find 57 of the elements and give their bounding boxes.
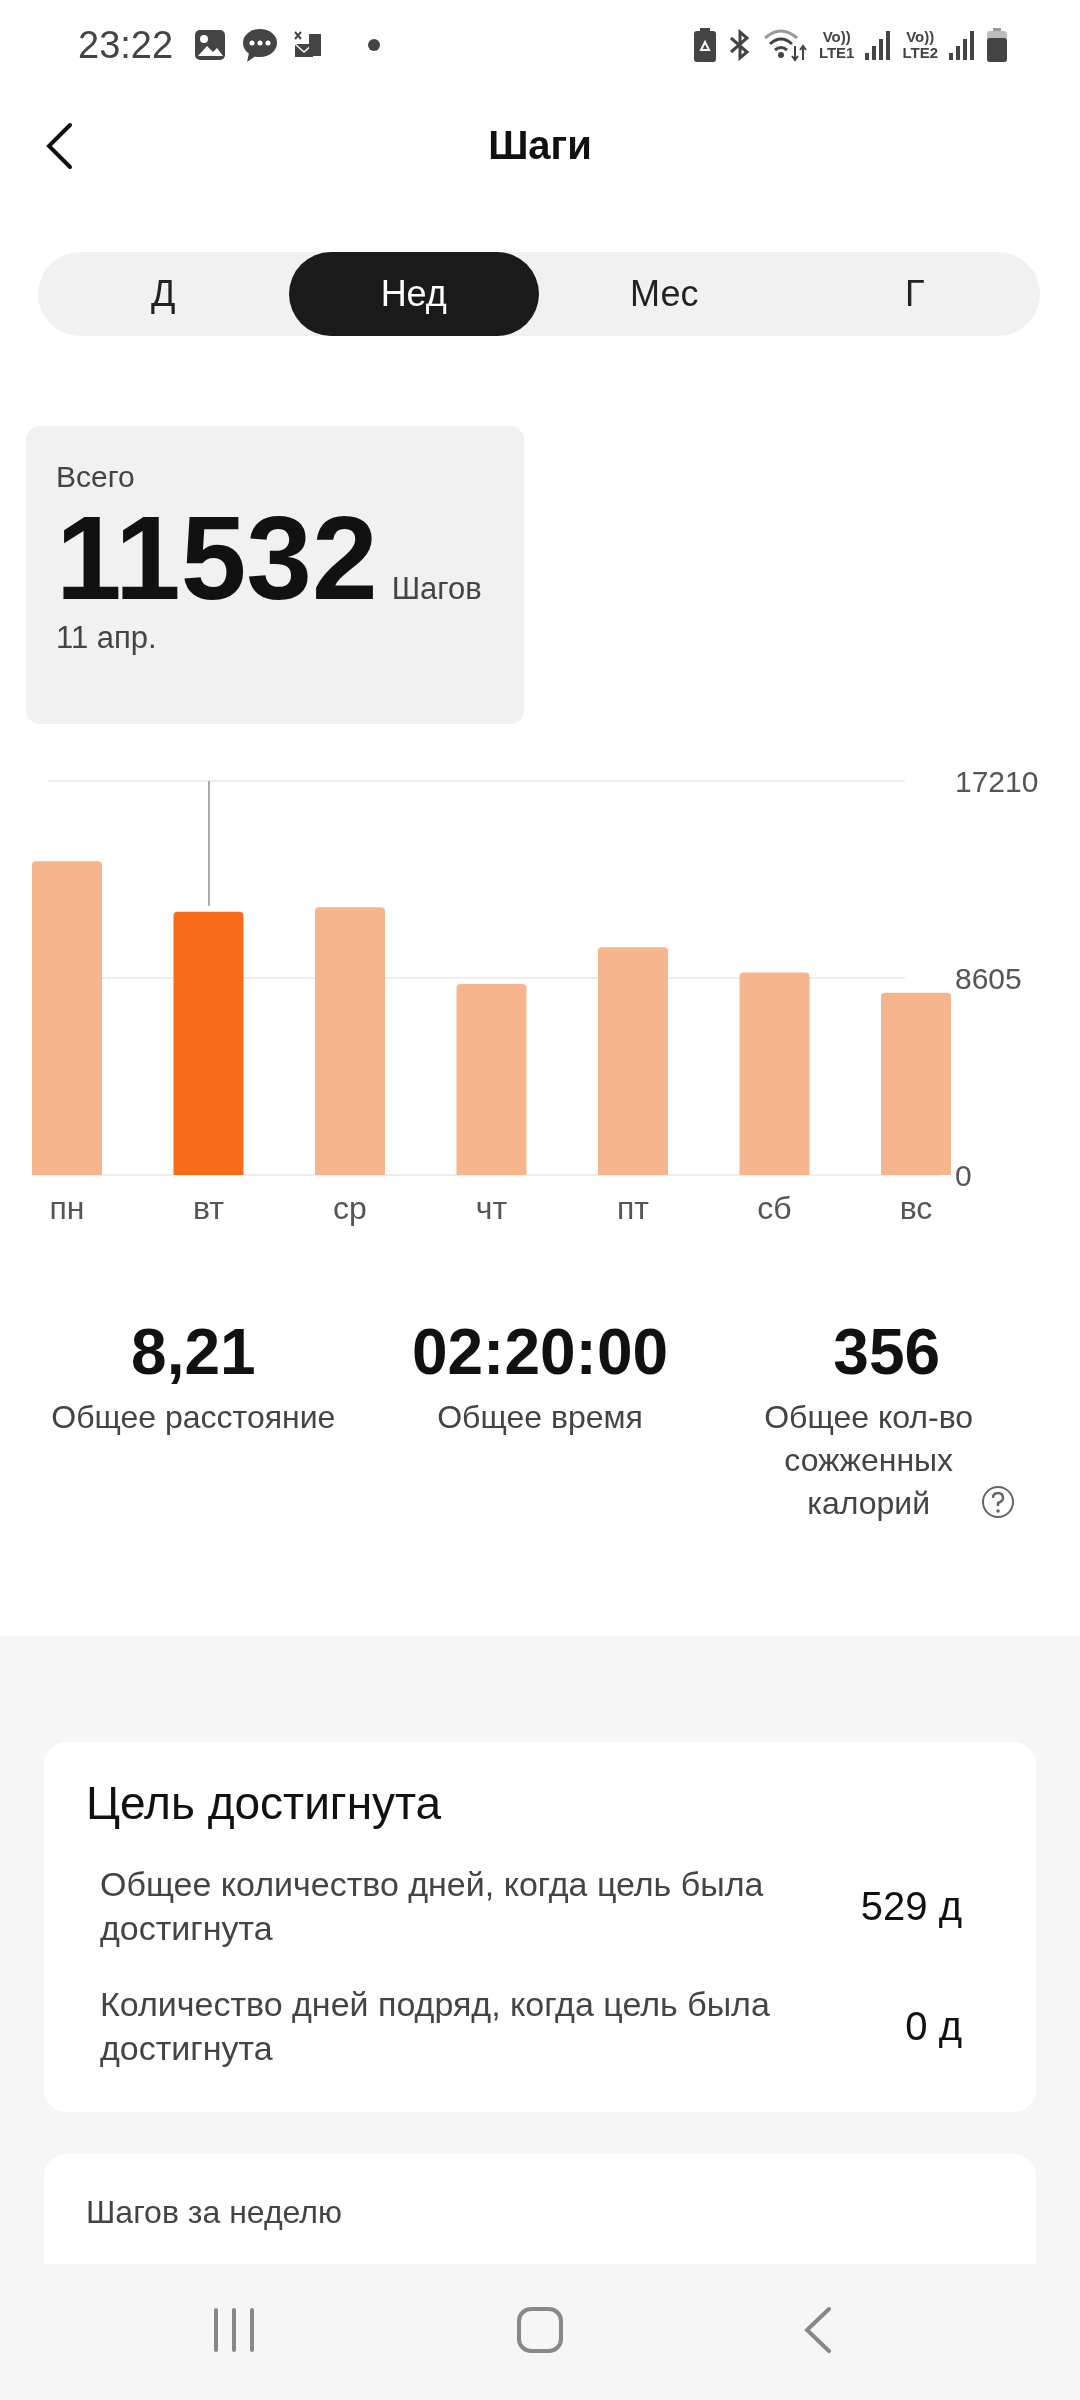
total-caption: Всего [56, 460, 136, 494]
unit-label: Шагов [391, 571, 482, 607]
stat-label: Общее время [437, 1398, 643, 1437]
day-label: пн [49, 1190, 85, 1226]
network-label: LTE2 [902, 45, 938, 61]
goal-label: Общее количество дней, когда цель была достигнута [100, 1864, 765, 1949]
network-label: LTE1 [818, 45, 855, 61]
day-label: чт [475, 1190, 508, 1226]
bar[interactable] [173, 911, 244, 1175]
date-label: 11 апр. [56, 620, 158, 656]
signal-icon [864, 29, 893, 61]
axis-tick-label: 8605 [955, 962, 1022, 995]
bar[interactable] [739, 972, 810, 1175]
period-tab[interactable]: Г [789, 252, 1040, 336]
clock: 23:22 [78, 23, 174, 67]
signal-icon [948, 29, 976, 61]
battery-saver-icon [692, 28, 717, 62]
period-tab[interactable]: Нед [288, 252, 539, 336]
volte-label: Vo)) [822, 29, 851, 45]
day-label: пт [617, 1190, 649, 1226]
bar[interactable] [598, 947, 668, 1175]
stat-value: 356 [833, 1315, 941, 1390]
stat-label: Общее расстояние [51, 1398, 336, 1437]
help-icon[interactable] [980, 1485, 1015, 1519]
mail-icon [293, 30, 324, 60]
wifi-icon [762, 28, 809, 62]
day-label: ср [333, 1190, 367, 1226]
axis-tick-label: 0 [955, 1159, 972, 1192]
step-total: 11532 [56, 498, 378, 618]
goal-label: Количество дней подряд, когда цель была достигнута [100, 1984, 771, 2069]
period-tab[interactable]: Мес [539, 252, 790, 336]
volte-label: Vo)) [906, 29, 935, 45]
back-icon[interactable] [44, 122, 74, 170]
recents-icon[interactable] [212, 2308, 256, 2352]
period-tab[interactable]: Д [38, 252, 289, 336]
goal-value: 0 д [905, 2003, 962, 2049]
stat-value: 02:20:00 [411, 1315, 669, 1390]
stat-label: Общее кол-во сожженных калорий [763, 1398, 975, 1523]
day-label: вт [193, 1190, 224, 1226]
card-title: Цель достигнута [86, 1776, 443, 1830]
card-title: Шагов за неделю [86, 2194, 343, 2231]
day-label: сб [757, 1190, 792, 1226]
stat-value: 8,21 [131, 1315, 256, 1390]
battery-icon [986, 28, 1008, 62]
axis-tick-label: 17210 [955, 765, 1039, 798]
page-title: Шаги [488, 122, 592, 168]
bar[interactable] [456, 984, 527, 1175]
gallery-icon [193, 28, 228, 62]
goal-value: 529 д [860, 1883, 962, 1929]
home-icon[interactable] [517, 2307, 563, 2353]
bar[interactable] [315, 907, 385, 1175]
day-label: вс [899, 1190, 933, 1226]
back-nav-icon[interactable] [803, 2307, 833, 2353]
bar[interactable] [32, 861, 102, 1175]
bar[interactable] [881, 992, 951, 1175]
dot-icon [367, 38, 382, 52]
chat-icon [241, 27, 280, 63]
